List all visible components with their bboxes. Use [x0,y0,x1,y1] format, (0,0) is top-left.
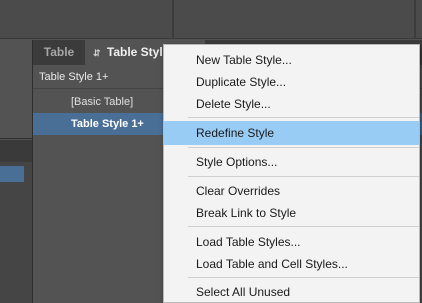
menu-item-break-link[interactable]: Break Link to Style [164,201,419,225]
menu-item-duplicate-style[interactable]: Duplicate Style... [164,70,419,94]
menu-item-select-all-unused[interactable]: Select All Unused [164,280,419,303]
style-list-item-label: Table Style 1+ [71,118,144,130]
menu-separator [188,277,419,278]
toolbar-separator [172,0,174,38]
panel-context-menu: New Table Style... Duplicate Style... De… [163,44,420,303]
top-toolbar-area [0,0,422,38]
menu-separator [188,226,419,227]
up-down-arrows-icon: ⇵ [93,48,101,58]
menu-separator [188,117,419,118]
left-panel-divider [0,138,32,139]
menu-item-redefine-style[interactable]: Redefine Style [164,121,419,145]
left-panel [0,140,32,303]
tab-table[interactable]: Table [33,40,85,65]
style-list-item-label: [Basic Table] [71,96,134,108]
left-panel-header [0,140,32,162]
toolbar-divider [0,38,422,39]
tab-table-label: Table [43,45,75,59]
menu-item-new-table-style[interactable]: New Table Style... [164,48,419,72]
left-panel-selected-row[interactable] [0,166,24,182]
menu-item-load-table-cell-styles[interactable]: Load Table and Cell Styles... [164,252,419,276]
menu-item-delete-style[interactable]: Delete Style... [164,92,419,116]
menu-item-load-table-styles[interactable]: Load Table Styles... [164,230,419,254]
menu-separator [188,147,419,148]
menu-item-style-options[interactable]: Style Options... [164,150,419,174]
menu-item-clear-overrides[interactable]: Clear Overrides [164,179,419,203]
menu-separator [188,176,419,177]
toolbar-separator [414,0,416,38]
